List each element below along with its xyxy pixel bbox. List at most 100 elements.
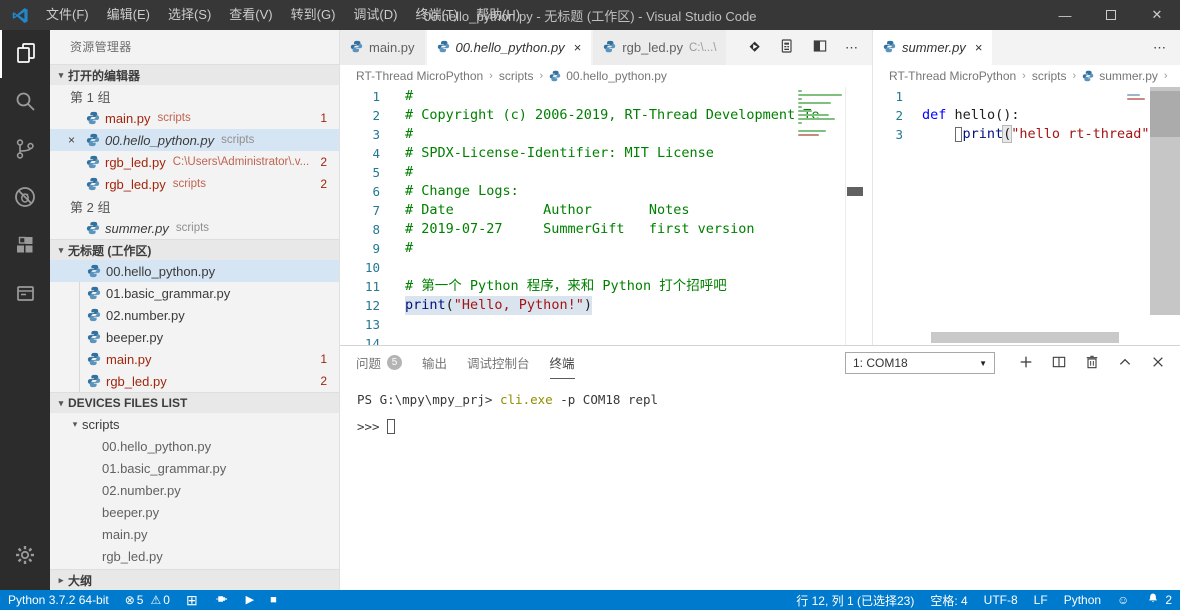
device-file-item[interactable]: 02.number.py: [50, 479, 339, 501]
code-line[interactable]: 13: [340, 315, 872, 334]
code-line[interactable]: 8# 2019-07-27 SummerGift first version: [340, 220, 872, 239]
panel-tab-终端[interactable]: 终端: [550, 346, 575, 379]
terminal-select[interactable]: 1: COM18 ▼: [845, 352, 995, 374]
indentation-status[interactable]: 空格: 4: [922, 590, 975, 610]
panel-tab-输出[interactable]: 输出: [422, 346, 447, 379]
breadcrumb-item[interactable]: 00.hello_python.py: [566, 69, 667, 83]
code-line[interactable]: 1#: [340, 87, 872, 106]
device-file-item[interactable]: rgb_led.py: [50, 545, 339, 567]
code-line[interactable]: 2def hello():: [873, 106, 1180, 125]
tab-summer.py[interactable]: summer.py×: [873, 30, 994, 65]
menu-V[interactable]: 查看(V): [220, 7, 281, 22]
maximize-button[interactable]: [1088, 0, 1134, 30]
panel-tab-问题[interactable]: 问题5: [356, 346, 402, 379]
code-line[interactable]: 9#: [340, 239, 872, 258]
more-actions-button[interactable]: ⋯: [1153, 40, 1166, 56]
code-line[interactable]: 10: [340, 258, 872, 277]
code-editor-left[interactable]: 1#2# Copyright (c) 2006-2019, RT-Thread …: [340, 87, 872, 345]
vertical-scrollbar-right[interactable]: [1150, 87, 1180, 315]
code-line[interactable]: 14: [340, 334, 872, 345]
breadcrumb-left[interactable]: RT-Thread MicroPython›scripts›00.hello_p…: [340, 65, 872, 87]
new-terminal-button[interactable]: [1018, 354, 1034, 373]
stop-button[interactable]: ■: [262, 590, 285, 610]
workspace-file-item[interactable]: 01.basic_grammar.py: [50, 282, 339, 304]
code-line[interactable]: 2# Copyright (c) 2006-2019, RT-Thread De…: [340, 106, 872, 125]
devices-folder-scripts[interactable]: ▾scripts: [50, 413, 339, 435]
split-editor-button[interactable]: [812, 38, 828, 57]
menu-D[interactable]: 调试(D): [344, 7, 406, 22]
menu-S[interactable]: 选择(S): [159, 7, 220, 22]
minimap-right[interactable]: [1127, 90, 1147, 102]
activity-debug[interactable]: [0, 174, 50, 222]
vertical-scrollbar-left[interactable]: [845, 87, 872, 345]
open-editor-item[interactable]: ×00.hello_python.pyscripts: [50, 129, 339, 151]
device-file-item[interactable]: 01.basic_grammar.py: [50, 457, 339, 479]
notifications-button[interactable]: 2: [1137, 590, 1180, 610]
tab-rgb_led.py[interactable]: rgb_led.pyC:\...\: [593, 30, 728, 65]
code-line[interactable]: 11# 第一个 Python 程序，来和 Python 打个招呼吧: [340, 277, 872, 296]
horizontal-scrollbar-right[interactable]: [931, 332, 1119, 343]
minimap-left[interactable]: [798, 90, 844, 146]
encoding-status[interactable]: UTF-8: [976, 590, 1026, 610]
workspace-file-item[interactable]: main.py1: [50, 348, 339, 370]
tab-00.hello_python.py[interactable]: 00.hello_python.py×: [427, 30, 594, 65]
code-editor-right[interactable]: 12def hello():3 print("hello rt-thread": [873, 87, 1180, 345]
board-download-button[interactable]: ⊞: [178, 590, 206, 610]
scrollbar-thumb[interactable]: [1150, 91, 1180, 137]
device-file-item[interactable]: 00.hello_python.py: [50, 435, 339, 457]
panel-tab-调试控制台[interactable]: 调试控制台: [467, 346, 530, 379]
serial-connect-button[interactable]: [206, 590, 238, 610]
activity-search[interactable]: [0, 78, 50, 126]
close-button[interactable]: ✕: [1134, 0, 1180, 30]
feedback-smiley-button[interactable]: ☺: [1109, 590, 1137, 610]
code-line[interactable]: 12print("Hello, Python!"): [340, 296, 872, 315]
maximize-panel-button[interactable]: [1117, 354, 1133, 373]
more-actions-button[interactable]: ⋯: [845, 40, 858, 56]
workspace-file-item[interactable]: 02.number.py: [50, 304, 339, 326]
workspace-file-item[interactable]: rgb_led.py2: [50, 370, 339, 392]
language-mode-status[interactable]: Python: [1056, 590, 1109, 610]
close-editor-icon[interactable]: ×: [68, 133, 75, 147]
breadcrumb-item[interactable]: scripts: [1032, 69, 1067, 83]
open-editor-item[interactable]: summer.pyscripts: [50, 217, 339, 239]
code-line[interactable]: 6# Change Logs:: [340, 182, 872, 201]
devices-files-header[interactable]: ▾ DEVICES FILES LIST: [50, 392, 339, 413]
close-tab-icon[interactable]: ×: [574, 40, 582, 55]
outline-header[interactable]: ▸ 大纲: [50, 569, 339, 590]
open-editor-item[interactable]: rgb_led.pyscripts2: [50, 173, 339, 195]
code-line[interactable]: 4# SPDX-License-Identifier: MIT License: [340, 144, 872, 163]
minimize-button[interactable]: —: [1042, 0, 1088, 30]
code-line[interactable]: 3#: [340, 125, 872, 144]
close-tab-icon[interactable]: ×: [975, 40, 983, 55]
workspace-file-item[interactable]: 00.hello_python.py: [50, 260, 339, 282]
kill-terminal-button[interactable]: [1084, 354, 1100, 373]
open-editors-header[interactable]: ▾ 打开的编辑器: [50, 64, 339, 85]
activity-device-files[interactable]: [0, 270, 50, 318]
open-editor-item[interactable]: rgb_led.pyC:\Users\Administrator\.v...2: [50, 151, 339, 173]
python-interpreter-status[interactable]: Python 3.7.2 64-bit: [0, 590, 117, 610]
close-panel-button[interactable]: [1150, 354, 1166, 373]
device-file-item[interactable]: beeper.py: [50, 501, 339, 523]
menu-G[interactable]: 转到(G): [282, 7, 345, 22]
breadcrumb-right[interactable]: RT-Thread MicroPython›scripts›summer.py›: [873, 65, 1180, 87]
run-button[interactable]: ▶: [238, 590, 262, 610]
breadcrumb-item[interactable]: summer.py: [1099, 69, 1158, 83]
manage-button[interactable]: [0, 532, 50, 580]
code-line[interactable]: 7# Date Author Notes: [340, 201, 872, 220]
code-line[interactable]: 3 print("hello rt-thread": [873, 125, 1180, 144]
code-line[interactable]: 5#: [340, 163, 872, 182]
cursor-position-status[interactable]: 行 12, 列 1 (已选择23): [788, 590, 922, 610]
open-editor-item[interactable]: main.pyscripts1: [50, 107, 339, 129]
breadcrumb-item[interactable]: scripts: [499, 69, 534, 83]
problems-status[interactable]: ⊗ 5 ⚠ 0: [117, 590, 178, 610]
workspace-header[interactable]: ▾ 无标题 (工作区): [50, 239, 339, 260]
workspace-file-item[interactable]: beeper.py: [50, 326, 339, 348]
menu-F[interactable]: 文件(F): [37, 7, 98, 22]
device-file-item[interactable]: main.py: [50, 523, 339, 545]
activity-source-control[interactable]: [0, 126, 50, 174]
menu-E[interactable]: 编辑(E): [98, 7, 159, 22]
terminal-output[interactable]: PS G:\mpy\mpy_prj> cli.exe -p COM18 repl…: [340, 379, 1180, 434]
breadcrumb-item[interactable]: RT-Thread MicroPython: [356, 69, 483, 83]
eol-status[interactable]: LF: [1026, 590, 1056, 610]
open-preview-button[interactable]: [779, 38, 795, 57]
